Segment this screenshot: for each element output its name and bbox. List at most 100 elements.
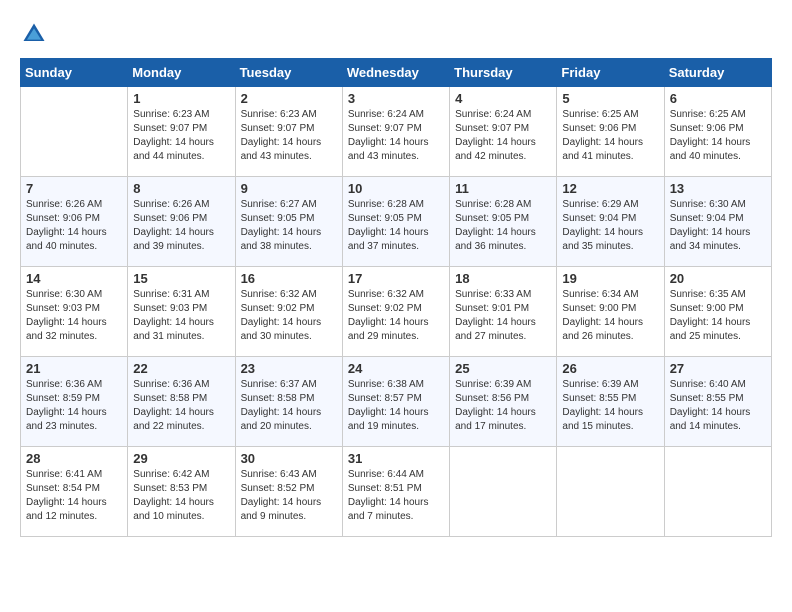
day-number: 21 xyxy=(26,361,122,376)
calendar-cell: 13Sunrise: 6:30 AMSunset: 9:04 PMDayligh… xyxy=(664,177,771,267)
calendar-cell xyxy=(450,447,557,537)
day-number: 15 xyxy=(133,271,229,286)
calendar-cell: 16 Sunrise: 6:32 AMSunset: 9:02 PMDayligh… xyxy=(235,267,342,357)
cell-sun-info: Sunrise: 6:39 AMSunset: 8:56 PMDaylight:… xyxy=(455,378,551,434)
day-number: 16 xyxy=(241,271,337,286)
logo-icon xyxy=(20,20,48,48)
day-number: 14 xyxy=(26,271,122,286)
calendar-week-row: 14Sunrise: 6:30 AMSunset: 9:03 PMDayligh… xyxy=(21,267,772,357)
day-number: 6 xyxy=(670,91,766,106)
day-number: 30 xyxy=(241,451,337,466)
calendar-cell: 5 Sunrise: 6:25 AMSunset: 9:06 PMDaylight… xyxy=(557,87,664,177)
calendar-cell: 30 Sunrise: 6:43 AMSunset: 8:52 PMDayligh… xyxy=(235,447,342,537)
cell-sun-info: Sunrise: 6:25 AMSunset: 9:06 PMDaylight:… xyxy=(562,108,658,164)
cell-sun-info: Sunrise: 6:24 AMSunset: 9:07 PMDaylight:… xyxy=(455,108,551,164)
header-thursday: Thursday xyxy=(450,59,557,87)
calendar-cell: 7 Sunrise: 6:26 AMSunset: 9:06 PMDaylight… xyxy=(21,177,128,267)
calendar-cell: 11 Sunrise: 6:28 AMSunset: 9:05 PMDayligh… xyxy=(450,177,557,267)
day-number: 12 xyxy=(562,181,658,196)
calendar-cell: 17 Sunrise: 6:32 AMSunset: 9:02 PMDayligh… xyxy=(342,267,449,357)
cell-sun-info: Sunrise: 6:29 AMSunset: 9:04 PMDaylight:… xyxy=(562,198,658,254)
calendar-cell xyxy=(664,447,771,537)
calendar-cell: 1Sunrise: 6:23 AMSunset: 9:07 PMDaylight… xyxy=(128,87,235,177)
cell-sun-info: Sunrise: 6:27 AMSunset: 9:05 PMDaylight:… xyxy=(241,198,337,254)
cell-sun-info: Sunrise: 6:28 AMSunset: 9:05 PMDaylight:… xyxy=(348,198,444,254)
calendar-cell: 3Sunrise: 6:24 AMSunset: 9:07 PMDaylight… xyxy=(342,87,449,177)
calendar-cell: 21 Sunrise: 6:36 AMSunset: 8:59 PMDayligh… xyxy=(21,357,128,447)
cell-sun-info: Sunrise: 6:39 AMSunset: 8:55 PMDaylight:… xyxy=(562,378,658,434)
day-number: 23 xyxy=(241,361,337,376)
calendar-cell: 22 Sunrise: 6:36 AMSunset: 8:58 PMDayligh… xyxy=(128,357,235,447)
day-number: 18 xyxy=(455,271,551,286)
day-number: 26 xyxy=(562,361,658,376)
calendar-cell: 10Sunrise: 6:28 AMSunset: 9:05 PMDayligh… xyxy=(342,177,449,267)
cell-sun-info: Sunrise: 6:34 AMSunset: 9:00 PMDaylight:… xyxy=(562,288,658,344)
calendar-cell: 14Sunrise: 6:30 AMSunset: 9:03 PMDayligh… xyxy=(21,267,128,357)
calendar-week-row: 7 Sunrise: 6:26 AMSunset: 9:06 PMDaylight… xyxy=(21,177,772,267)
cell-sun-info: Sunrise: 6:23 AMSunset: 9:07 PMDaylight:… xyxy=(133,108,229,164)
calendar-cell: 8 Sunrise: 6:26 AMSunset: 9:06 PMDaylight… xyxy=(128,177,235,267)
calendar-cell: 18 Sunrise: 6:33 AMSunset: 9:01 PMDayligh… xyxy=(450,267,557,357)
calendar-header-row: SundayMondayTuesdayWednesdayThursdayFrid… xyxy=(21,59,772,87)
cell-sun-info: Sunrise: 6:41 AMSunset: 8:54 PMDaylight:… xyxy=(26,468,122,524)
cell-sun-info: Sunrise: 6:26 AMSunset: 9:06 PMDaylight:… xyxy=(133,198,229,254)
header-friday: Friday xyxy=(557,59,664,87)
calendar-week-row: 1Sunrise: 6:23 AMSunset: 9:07 PMDaylight… xyxy=(21,87,772,177)
calendar-cell: 23 Sunrise: 6:37 AMSunset: 8:58 PMDayligh… xyxy=(235,357,342,447)
calendar-cell: 19 Sunrise: 6:34 AMSunset: 9:00 PMDayligh… xyxy=(557,267,664,357)
page-header xyxy=(20,20,772,48)
cell-sun-info: Sunrise: 6:36 AMSunset: 8:58 PMDaylight:… xyxy=(133,378,229,434)
cell-sun-info: Sunrise: 6:38 AMSunset: 8:57 PMDaylight:… xyxy=(348,378,444,434)
calendar-cell: 24Sunrise: 6:38 AMSunset: 8:57 PMDayligh… xyxy=(342,357,449,447)
day-number: 28 xyxy=(26,451,122,466)
day-number: 2 xyxy=(241,91,337,106)
calendar-cell: 25 Sunrise: 6:39 AMSunset: 8:56 PMDayligh… xyxy=(450,357,557,447)
calendar-cell xyxy=(21,87,128,177)
calendar-cell: 6 Sunrise: 6:25 AMSunset: 9:06 PMDaylight… xyxy=(664,87,771,177)
cell-sun-info: Sunrise: 6:40 AMSunset: 8:55 PMDaylight:… xyxy=(670,378,766,434)
calendar-cell: 31 Sunrise: 6:44 AMSunset: 8:51 PMDayligh… xyxy=(342,447,449,537)
logo xyxy=(20,20,52,48)
day-number: 31 xyxy=(348,451,444,466)
cell-sun-info: Sunrise: 6:26 AMSunset: 9:06 PMDaylight:… xyxy=(26,198,122,254)
cell-sun-info: Sunrise: 6:37 AMSunset: 8:58 PMDaylight:… xyxy=(241,378,337,434)
day-number: 22 xyxy=(133,361,229,376)
day-number: 11 xyxy=(455,181,551,196)
cell-sun-info: Sunrise: 6:33 AMSunset: 9:01 PMDaylight:… xyxy=(455,288,551,344)
cell-sun-info: Sunrise: 6:28 AMSunset: 9:05 PMDaylight:… xyxy=(455,198,551,254)
header-tuesday: Tuesday xyxy=(235,59,342,87)
day-number: 20 xyxy=(670,271,766,286)
day-number: 25 xyxy=(455,361,551,376)
calendar-cell: 26 Sunrise: 6:39 AMSunset: 8:55 PMDayligh… xyxy=(557,357,664,447)
header-monday: Monday xyxy=(128,59,235,87)
cell-sun-info: Sunrise: 6:43 AMSunset: 8:52 PMDaylight:… xyxy=(241,468,337,524)
cell-sun-info: Sunrise: 6:32 AMSunset: 9:02 PMDaylight:… xyxy=(241,288,337,344)
day-number: 5 xyxy=(562,91,658,106)
day-number: 17 xyxy=(348,271,444,286)
cell-sun-info: Sunrise: 6:23 AMSunset: 9:07 PMDaylight:… xyxy=(241,108,337,164)
day-number: 19 xyxy=(562,271,658,286)
calendar-cell: 28 Sunrise: 6:41 AMSunset: 8:54 PMDayligh… xyxy=(21,447,128,537)
day-number: 13 xyxy=(670,181,766,196)
calendar-week-row: 21 Sunrise: 6:36 AMSunset: 8:59 PMDayligh… xyxy=(21,357,772,447)
header-wednesday: Wednesday xyxy=(342,59,449,87)
cell-sun-info: Sunrise: 6:31 AMSunset: 9:03 PMDaylight:… xyxy=(133,288,229,344)
calendar-cell: 12 Sunrise: 6:29 AMSunset: 9:04 PMDayligh… xyxy=(557,177,664,267)
cell-sun-info: Sunrise: 6:36 AMSunset: 8:59 PMDaylight:… xyxy=(26,378,122,434)
cell-sun-info: Sunrise: 6:25 AMSunset: 9:06 PMDaylight:… xyxy=(670,108,766,164)
cell-sun-info: Sunrise: 6:32 AMSunset: 9:02 PMDaylight:… xyxy=(348,288,444,344)
calendar-cell: 2 Sunrise: 6:23 AMSunset: 9:07 PMDaylight… xyxy=(235,87,342,177)
day-number: 7 xyxy=(26,181,122,196)
day-number: 8 xyxy=(133,181,229,196)
calendar-cell: 4Sunrise: 6:24 AMSunset: 9:07 PMDaylight… xyxy=(450,87,557,177)
calendar-table: SundayMondayTuesdayWednesdayThursdayFrid… xyxy=(20,58,772,537)
calendar-cell xyxy=(557,447,664,537)
header-sunday: Sunday xyxy=(21,59,128,87)
day-number: 9 xyxy=(241,181,337,196)
day-number: 27 xyxy=(670,361,766,376)
cell-sun-info: Sunrise: 6:35 AMSunset: 9:00 PMDaylight:… xyxy=(670,288,766,344)
calendar-week-row: 28 Sunrise: 6:41 AMSunset: 8:54 PMDayligh… xyxy=(21,447,772,537)
calendar-cell: 29Sunrise: 6:42 AMSunset: 8:53 PMDayligh… xyxy=(128,447,235,537)
calendar-cell: 15 Sunrise: 6:31 AMSunset: 9:03 PMDayligh… xyxy=(128,267,235,357)
cell-sun-info: Sunrise: 6:44 AMSunset: 8:51 PMDaylight:… xyxy=(348,468,444,524)
